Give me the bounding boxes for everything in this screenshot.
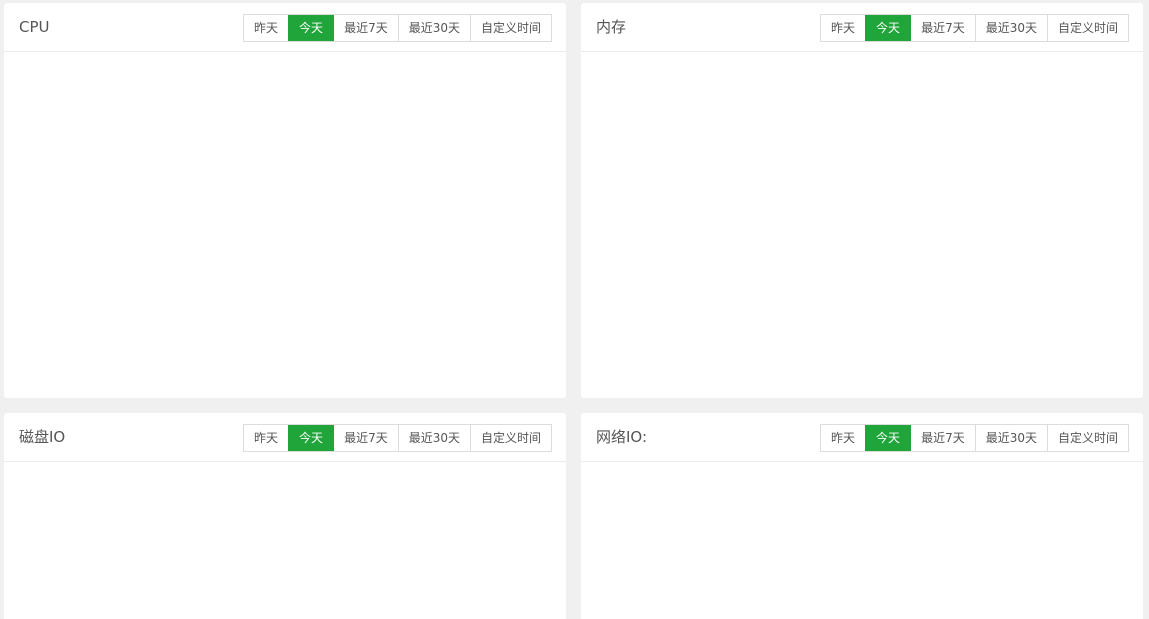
disk-io-range-30days-button[interactable]: 最近30天 <box>397 425 470 451</box>
cpu-chart-area <box>4 52 566 398</box>
memory-range-today-button[interactable]: 今天 <box>865 15 911 41</box>
disk-io-range-selector: 昨天 今天 最近7天 最近30天 自定义时间 <box>243 424 552 452</box>
disk-io-range-today-button[interactable]: 今天 <box>288 425 334 451</box>
memory-chart-area <box>581 52 1143 398</box>
memory-range-30days-button[interactable]: 最近30天 <box>974 15 1047 41</box>
cpu-range-selector: 昨天 今天 最近7天 最近30天 自定义时间 <box>243 14 552 42</box>
network-io-chart-area <box>581 462 1143 619</box>
disk-io-range-7days-button[interactable]: 最近7天 <box>333 425 398 451</box>
memory-panel-header: 内存 昨天 今天 最近7天 最近30天 自定义时间 <box>581 3 1143 52</box>
cpu-range-today-button[interactable]: 今天 <box>288 15 334 41</box>
memory-panel-title: 内存 <box>596 18 627 36</box>
network-io-range-today-button[interactable]: 今天 <box>865 425 911 451</box>
network-io-range-7days-button[interactable]: 最近7天 <box>910 425 975 451</box>
cpu-range-yesterday-button[interactable]: 昨天 <box>244 15 289 41</box>
memory-range-yesterday-button[interactable]: 昨天 <box>821 15 866 41</box>
network-io-panel: 网络IO: 昨天 今天 最近7天 最近30天 自定义时间 <box>581 413 1143 619</box>
memory-range-selector: 昨天 今天 最近7天 最近30天 自定义时间 <box>820 14 1129 42</box>
disk-io-range-yesterday-button[interactable]: 昨天 <box>244 425 289 451</box>
network-io-range-yesterday-button[interactable]: 昨天 <box>821 425 866 451</box>
cpu-range-custom-button[interactable]: 自定义时间 <box>469 15 551 41</box>
network-io-range-selector: 昨天 今天 最近7天 最近30天 自定义时间 <box>820 424 1129 452</box>
cpu-range-7days-button[interactable]: 最近7天 <box>333 15 398 41</box>
disk-io-range-custom-button[interactable]: 自定义时间 <box>469 425 551 451</box>
disk-io-panel-title: 磁盘IO <box>19 428 66 446</box>
network-io-range-30days-button[interactable]: 最近30天 <box>974 425 1047 451</box>
network-io-range-custom-button[interactable]: 自定义时间 <box>1046 425 1128 451</box>
disk-io-panel-header: 磁盘IO 昨天 今天 最近7天 最近30天 自定义时间 <box>4 413 566 462</box>
cpu-panel-title: CPU <box>19 18 50 36</box>
disk-io-panel: 磁盘IO 昨天 今天 最近7天 最近30天 自定义时间 <box>4 413 566 619</box>
memory-range-7days-button[interactable]: 最近7天 <box>910 15 975 41</box>
memory-panel: 内存 昨天 今天 最近7天 最近30天 自定义时间 <box>581 3 1143 398</box>
network-io-panel-header: 网络IO: 昨天 今天 最近7天 最近30天 自定义时间 <box>581 413 1143 462</box>
cpu-panel: CPU 昨天 今天 最近7天 最近30天 自定义时间 <box>4 3 566 398</box>
memory-range-custom-button[interactable]: 自定义时间 <box>1046 15 1128 41</box>
disk-io-chart-area <box>4 462 566 619</box>
monitor-grid: CPU 昨天 今天 最近7天 最近30天 自定义时间 内存 昨天 今天 最近7天… <box>0 0 1149 619</box>
cpu-range-30days-button[interactable]: 最近30天 <box>397 15 470 41</box>
network-io-panel-title: 网络IO: <box>596 428 648 446</box>
cpu-panel-header: CPU 昨天 今天 最近7天 最近30天 自定义时间 <box>4 3 566 52</box>
